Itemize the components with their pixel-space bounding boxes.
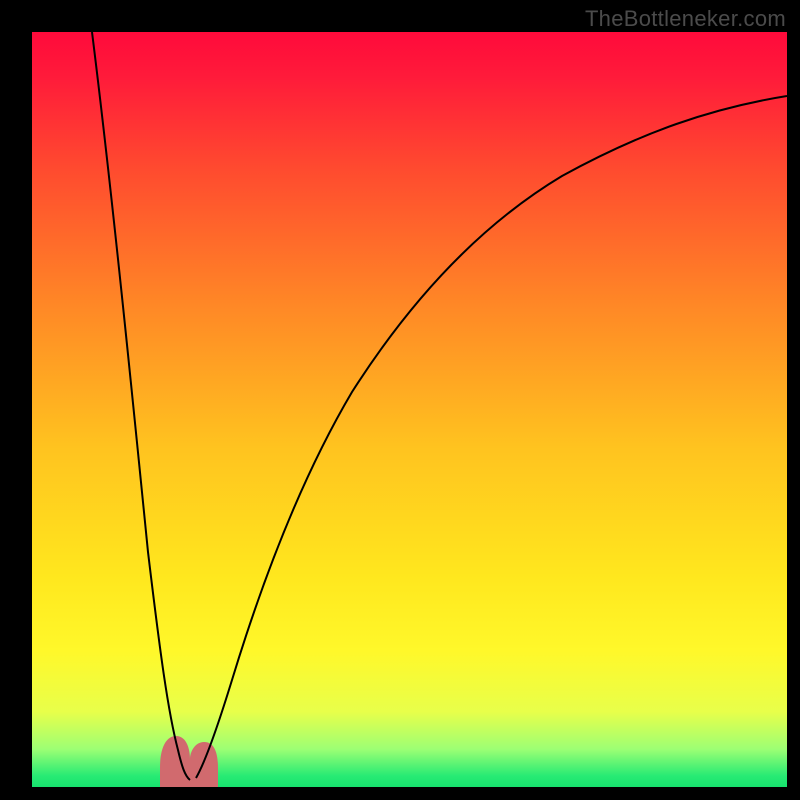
curve-right-branch	[196, 96, 787, 778]
curve-layer	[32, 32, 787, 787]
curve-left-branch	[92, 32, 190, 780]
watermark-text: TheBottleneker.com	[585, 6, 786, 32]
plot-area	[32, 32, 787, 787]
figure-stage: TheBottleneker.com	[0, 0, 800, 800]
